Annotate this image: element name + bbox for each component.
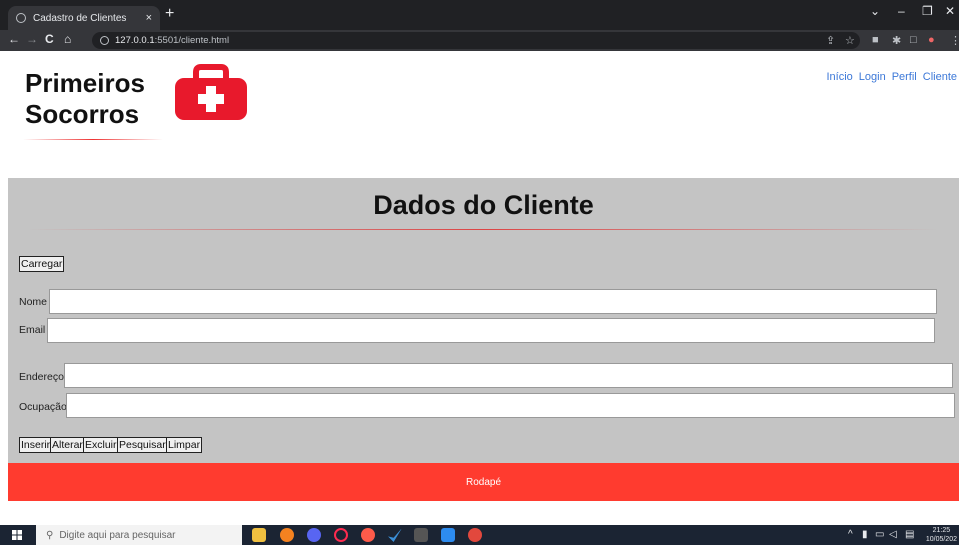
menu-icon[interactable]: ⋮	[950, 34, 959, 47]
new-tab-button[interactable]: +	[165, 5, 174, 23]
endereco-label: Endereço	[19, 371, 64, 383]
endereco-input[interactable]	[64, 363, 953, 388]
footer-text: Rodapé	[465, 476, 502, 488]
nav-perfil[interactable]: Perfil	[892, 71, 917, 83]
checkmark-app-icon[interactable]	[388, 528, 402, 542]
email-input[interactable]	[47, 318, 935, 343]
nav-cliente[interactable]: Cliente	[923, 71, 957, 83]
email-label: Email	[19, 324, 46, 336]
globe-icon	[16, 13, 26, 23]
share-icon[interactable]: ⇪	[826, 34, 835, 47]
windows-start-icon[interactable]	[12, 530, 22, 540]
close-window-button[interactable]: ✕	[945, 4, 955, 18]
ocupacao-input[interactable]	[66, 393, 955, 418]
page: Primeiros Socorros Início Login Perfil C…	[0, 51, 959, 525]
file-explorer-icon[interactable]	[252, 528, 266, 542]
search-button[interactable]: Pesquisar	[117, 437, 168, 453]
nav-inicio[interactable]: Início	[826, 71, 852, 83]
restore-button[interactable]: ❐	[922, 4, 933, 18]
clock-date: 10/05/202	[925, 536, 957, 543]
url-host: 127.0.0.1	[115, 35, 155, 46]
network-icon[interactable]: ▭	[875, 529, 884, 540]
page-title: Dados do Cliente	[373, 190, 594, 220]
tab-search-icon[interactable]: ⌄	[870, 4, 880, 18]
update-button[interactable]: Alterar	[50, 437, 85, 453]
address-bar: ← → C ⌂ 127.0.0.1 :5501/cliente.html ⇪ ☆…	[0, 30, 959, 51]
browser-tab-bar: Cadastro de Clientes × + ⌄ – ❐ ✕	[0, 0, 959, 30]
tab-close-button[interactable]: ×	[146, 12, 152, 24]
chrome-canary-icon[interactable]	[280, 528, 294, 542]
search-icon: ⚲	[46, 529, 54, 541]
first-aid-kit-icon	[175, 64, 247, 120]
url-path: :5501/cliente.html	[154, 35, 230, 46]
reload-button[interactable]: C	[45, 32, 54, 46]
clock[interactable]: 21:25 10/05/202	[926, 526, 957, 544]
github-desktop-icon[interactable]	[361, 528, 375, 542]
footer: Rodapé	[8, 463, 959, 501]
logo-line1: Primeiros	[25, 68, 145, 98]
forward-button[interactable]: →	[26, 32, 38, 46]
ocupacao-label: Ocupação	[19, 401, 67, 413]
client-form-section: Dados do Cliente Carregar Nome Email End…	[8, 178, 959, 463]
url-field[interactable]: 127.0.0.1 :5501/cliente.html	[92, 32, 860, 49]
opera-icon[interactable]	[334, 528, 348, 542]
site-info-icon[interactable]	[100, 36, 109, 45]
clock-time: 21:25	[932, 527, 951, 534]
top-nav: Início Login Perfil Cliente	[826, 71, 957, 83]
mic-icon[interactable]: ▮	[862, 529, 868, 540]
logo-line2: Socorros	[25, 99, 140, 129]
back-button[interactable]: ←	[8, 32, 20, 46]
tray-chevron-icon[interactable]: ^	[848, 529, 853, 540]
epic-games-icon[interactable]	[414, 528, 428, 542]
nome-input[interactable]	[49, 289, 937, 314]
logo-underline	[23, 139, 163, 140]
delete-button[interactable]: Excluir	[83, 437, 119, 453]
vscode-icon[interactable]	[441, 528, 455, 542]
clear-button[interactable]: Limpar	[166, 437, 203, 453]
home-button[interactable]: ⌂	[64, 32, 71, 46]
discord-icon[interactable]	[307, 528, 321, 542]
load-button[interactable]: Carregar	[19, 256, 65, 272]
browser-tab[interactable]: Cadastro de Clientes ×	[8, 6, 160, 30]
volume-icon[interactable]: ◁	[889, 529, 897, 540]
tab-title: Cadastro de Clientes	[33, 12, 127, 24]
extension-icon[interactable]: ■	[872, 34, 879, 46]
puzzle-icon[interactable]: ✱	[892, 34, 901, 47]
search-placeholder: Digite aqui para pesquisar	[59, 529, 176, 541]
star-icon[interactable]: ☆	[845, 34, 855, 47]
nome-label: Nome	[19, 296, 48, 308]
sidebar-icon[interactable]: □	[910, 34, 917, 46]
taskbar: ⚲ Digite aqui para pesquisar ^ ▮ ▭ ◁ ▤ 2…	[0, 525, 959, 545]
nav-login[interactable]: Login	[859, 71, 886, 83]
taskbar-search[interactable]: ⚲ Digite aqui para pesquisar	[36, 525, 242, 545]
title-divider	[28, 229, 938, 230]
keyboard-icon[interactable]: ▤	[905, 529, 914, 540]
minimize-button[interactable]: –	[898, 4, 905, 18]
chrome-icon[interactable]	[468, 528, 482, 542]
insert-button[interactable]: Inserir	[19, 437, 53, 453]
logo-text: Primeiros Socorros	[25, 68, 145, 130]
profile-icon[interactable]: ●	[928, 34, 935, 46]
